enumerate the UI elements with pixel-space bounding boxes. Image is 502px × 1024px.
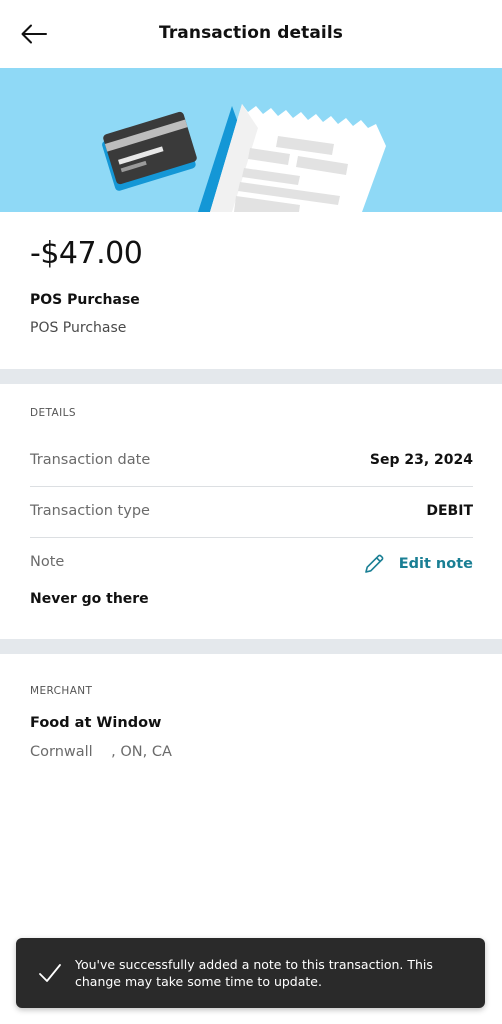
- card-receipt-illustration: [102, 104, 386, 212]
- edit-note-button[interactable]: Edit note: [363, 551, 473, 577]
- row-divider: [30, 537, 473, 538]
- app-header: Transaction details: [0, 0, 502, 68]
- pencil-icon: [364, 554, 384, 573]
- merchant-section-label: MERCHANT: [30, 685, 93, 697]
- edit-note-label: Edit note: [398, 556, 473, 572]
- success-snackbar: You've successfully added a note to this…: [16, 938, 485, 1008]
- snackbar-message: You've successfully added a note to this…: [75, 957, 433, 989]
- transaction-type-value: DEBIT: [426, 503, 473, 519]
- merchant-location: Cornwall , ON, CA: [30, 744, 172, 760]
- note-label: Note: [30, 554, 65, 570]
- transaction-date-value: Sep 23, 2024: [369, 452, 473, 468]
- section-divider: [0, 369, 502, 384]
- checkmark-icon: [39, 964, 61, 982]
- merchant-name: Food at Window: [30, 715, 162, 731]
- details-section-label: DETAILS: [30, 407, 76, 419]
- transaction-details-screen: Transaction details -$47.00 POS Purchase…: [0, 0, 502, 1024]
- transaction-description-sub: POS Purchase: [30, 320, 127, 336]
- page-title: Transaction details: [159, 23, 343, 43]
- transaction-type-label: Transaction type: [30, 503, 150, 519]
- transaction-date-label: Transaction date: [30, 452, 151, 468]
- transaction-amount: -$47.00: [30, 236, 143, 271]
- hero-banner: [0, 68, 502, 212]
- transaction-description-title: POS Purchase: [30, 292, 140, 308]
- row-divider: [30, 486, 473, 487]
- note-text: Never go there: [30, 591, 149, 607]
- section-divider: [0, 639, 502, 654]
